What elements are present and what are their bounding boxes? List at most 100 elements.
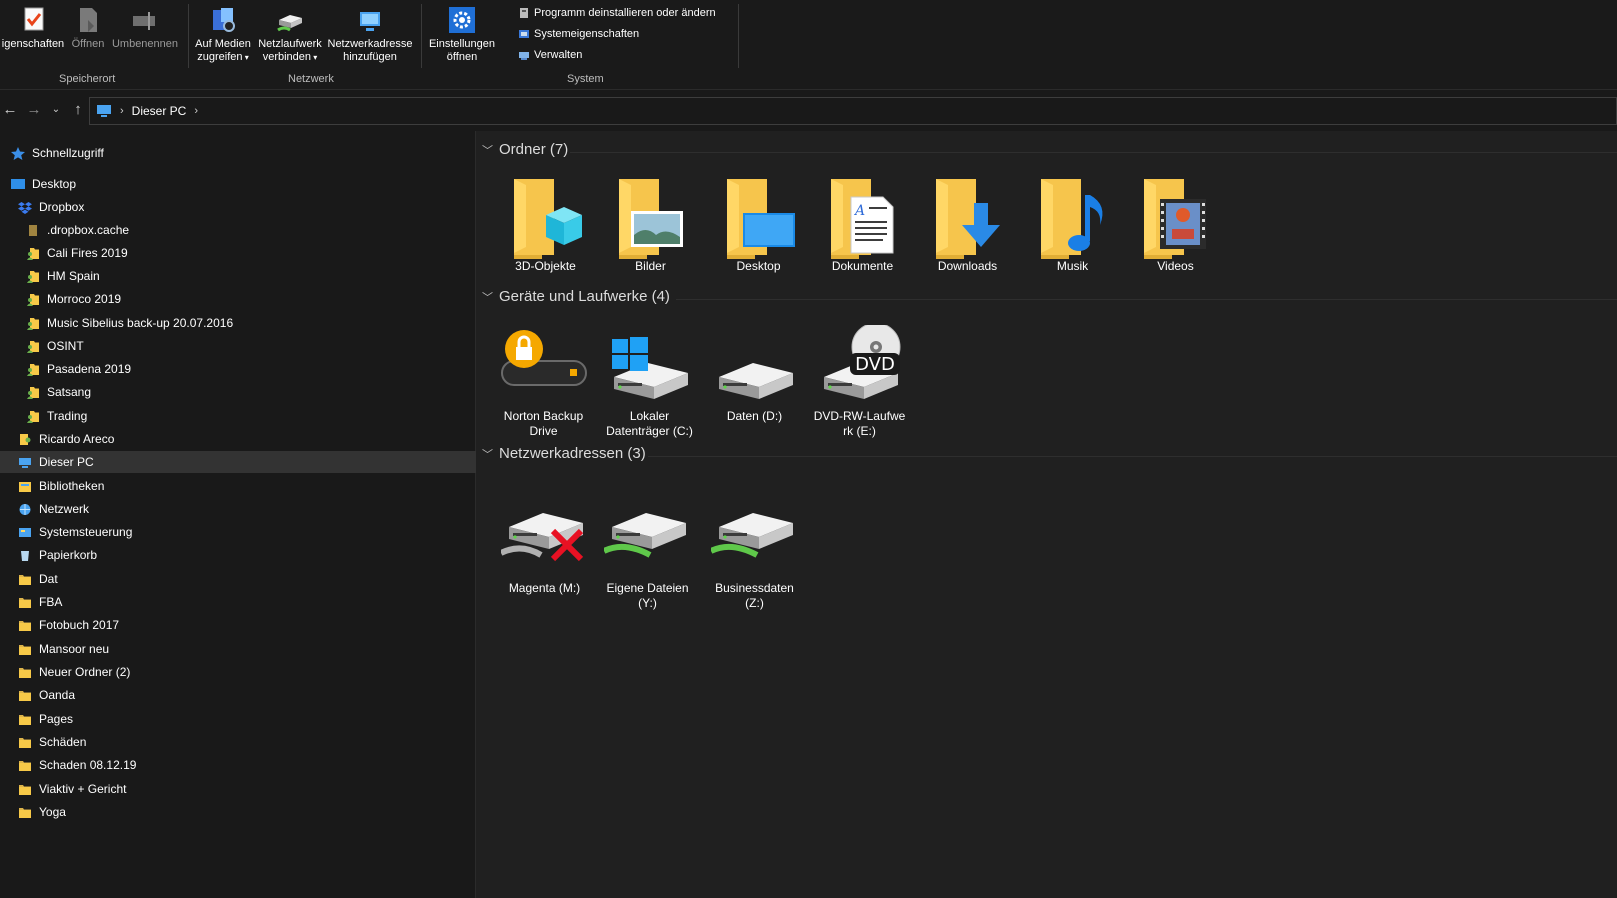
manage-button[interactable]: Verwalten [518,49,582,61]
sidebar-item-cali-fires-2019[interactable]: Cali Fires 2019 [0,242,499,264]
network-drive-icon [603,513,686,558]
folder-icon [18,596,32,609]
sidebar-item-hm-spain[interactable]: HM Spain [0,265,499,287]
rename-button[interactable]: Umbenennen [110,6,180,51]
folder-documents[interactable]: A Dokumente [810,175,915,274]
sidebar-item-schaden-08-12-19[interactable]: Schaden 08.12.19 [0,754,491,776]
shared-folder-icon [26,293,40,306]
drive-norton-backup[interactable]: Norton Backup Drive [491,325,596,439]
folder-videos[interactable]: Videos [1123,175,1228,274]
videos-folder-icon [1132,175,1206,259]
breadcrumb-this-pc[interactable]: Dieser PC [132,104,187,118]
network-drive-magenta-m[interactable]: Magenta (M:) [492,497,597,596]
folder-music[interactable]: Musik [1020,175,1125,274]
sidebar-item-ricardo-areco[interactable]: Ricardo Areco [0,428,491,450]
chevron-down-icon: ﹀ [482,448,493,461]
sidebar-item-dropbox[interactable]: Dropbox [0,196,491,218]
address-bar[interactable]: › Dieser PC › [89,97,1617,125]
network-drive-eigene-dateien-y[interactable]: Eigene Dateien (Y:) [595,497,700,611]
music-folder-icon [1029,175,1102,259]
folder-icon [18,689,32,702]
group-divider [421,4,422,68]
folder-icon [18,573,32,586]
section-header-folders[interactable]: ﹀ Ordner (7) [482,141,568,158]
sidebar-item-trading[interactable]: Trading [0,405,499,427]
open-button[interactable]: Öffnen [66,6,110,51]
sidebar-item-dat[interactable]: Dat [0,568,491,590]
sidebar-item-dropbox-cache[interactable]: .dropbox.cache [0,219,499,241]
uninstall-program-button[interactable]: Programm deinstallieren oder ändern [518,7,716,19]
sidebar-item-yoga[interactable]: Yoga [0,801,491,823]
windows-drive-icon [611,337,688,399]
network-drive-businessdaten-z[interactable]: Businessdaten (Z:) [702,497,807,611]
desktop-icon [11,178,25,189]
folder-downloads[interactable]: Downloads [915,175,1020,274]
access-media-button[interactable]: Auf Medien zugreifen ▾ [193,6,253,64]
network-drive-icon [710,513,793,558]
chevron-down-icon: ﹀ [482,144,493,157]
shared-folder-icon [26,410,40,423]
shared-folder-icon [26,247,40,260]
section-header-network-locations[interactable]: ﹀ Netzwerkadressen (3) [482,445,646,462]
sidebar-item-quick-access[interactable]: Schnellzugriff [0,142,484,164]
sidebar-item-viaktiv-gericht[interactable]: Viaktiv + Gericht [0,778,491,800]
sidebar-item-pages[interactable]: Pages [0,708,491,730]
user-folder-icon [20,433,31,445]
map-network-drive-button[interactable]: Netzlaufwerk verbinden ▾ [255,6,325,64]
breadcrumb-chevron-icon[interactable]: › [194,105,198,117]
properties-icon [24,7,44,31]
libraries-icon [19,481,31,492]
norton-backup-drive-icon [500,330,587,386]
group-label-network: Netzwerk [288,73,334,85]
sidebar-item-fotobuch-2017[interactable]: Fotobuch 2017 [0,614,491,636]
sidebar-item-schaeden[interactable]: Schäden [0,731,491,753]
shared-folder-icon [26,386,40,399]
add-network-location-button[interactable]: Netzwerkadresse hinzufügen [327,6,413,64]
sidebar-item-oanda[interactable]: Oanda [0,684,491,706]
system-properties-button[interactable]: Systemeigenschaften [518,28,639,40]
address-bar-row: ← → ⌄ ↑ › Dieser PC › [0,95,1617,125]
sidebar-item-recycle-bin[interactable]: Papierkorb [0,544,491,566]
folder-desktop[interactable]: Desktop [706,175,811,274]
back-button[interactable]: ← [0,95,20,125]
shared-folder-icon [26,340,40,353]
section-header-devices[interactable]: ﹀ Geräte und Laufwerke (4) [482,288,670,305]
dropdown-arrow-icon: ▾ [311,53,318,62]
group-label-location: Speicherort [59,73,116,85]
sidebar-item-libraries[interactable]: Bibliotheken [0,475,491,497]
hard-drive-icon [718,363,793,399]
shared-folder-icon [26,317,40,330]
sidebar-item-osint[interactable]: OSINT [0,335,499,357]
folder-icon [18,619,32,632]
drive-local-c[interactable]: Lokaler Datenträger (C:) [597,325,702,439]
sidebar-item-neuer-ordner-2[interactable]: Neuer Ordner (2) [0,661,491,683]
sidebar-item-network[interactable]: Netzwerk [0,498,491,520]
sidebar-item-pasadena-2019[interactable]: Pasadena 2019 [0,358,499,380]
sidebar-item-control-panel[interactable]: Systemsteuerung [0,521,491,543]
forward-button[interactable]: → [24,95,44,125]
open-settings-button[interactable]: Einstellungen öffnen [426,6,498,64]
sidebar-item-this-pc[interactable]: Dieser PC [0,451,491,473]
sidebar-item-fba[interactable]: FBA [0,591,491,613]
pictures-folder-icon [607,175,683,259]
folder-3d-objects[interactable]: 3D-Objekte [493,175,598,274]
chevron-down-icon: ﹀ [482,291,493,304]
sidebar-item-morroco-2019[interactable]: Morroco 2019 [0,288,499,310]
sidebar-item-music-sibelius[interactable]: Music Sibelius back-up 20.07.2016 [0,312,499,334]
group-label-system: System [567,73,604,85]
sidebar-item-desktop[interactable]: Desktop [0,173,484,195]
drive-data-d[interactable]: Daten (D:) [702,325,807,424]
sidebar-item-mansoor-neu[interactable]: Mansoor neu [0,638,491,660]
section-divider [676,299,1617,300]
properties-button[interactable]: igenschaften [0,6,66,51]
network-icon [19,503,31,515]
folder-pictures[interactable]: Bilder [598,175,703,274]
pc-icon [19,457,31,468]
drive-dvd-e[interactable]: DVD DVD-RW-Laufwe rk (E:) [807,325,912,439]
recent-locations-button[interactable]: ⌄ [46,95,66,125]
ribbon: igenschaften Öffnen Umbenennen Speichero… [0,0,1617,90]
up-button[interactable]: ↑ [68,95,88,125]
downloads-folder-icon [924,175,1000,259]
sidebar-item-satsang[interactable]: Satsang [0,381,499,403]
dropdown-arrow-icon: ▾ [242,53,249,62]
